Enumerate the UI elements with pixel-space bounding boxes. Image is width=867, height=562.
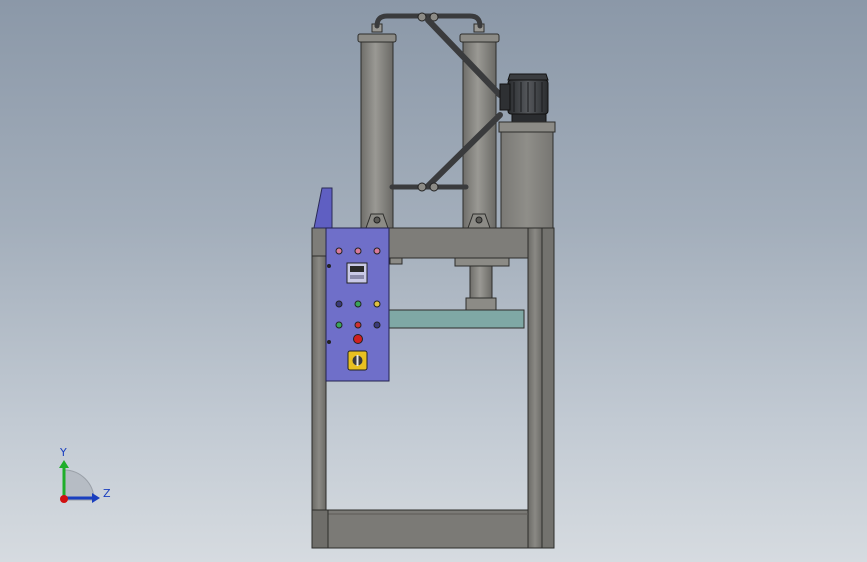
electric-motor [499, 73, 549, 123]
press-platen [387, 309, 525, 329]
indicator-light [354, 300, 362, 308]
push-button [373, 321, 381, 329]
temperature-controller[interactable] [346, 262, 368, 284]
hydraulic-cylinder-left [357, 23, 397, 229]
3d-viewport[interactable]: Y Z [0, 0, 867, 562]
indicator-light [373, 300, 381, 308]
ram-assembly [389, 257, 510, 311]
oil-tank [498, 121, 556, 229]
indicator-light [335, 247, 343, 255]
hydraulic-cylinder-right [459, 23, 500, 229]
indicator-light [354, 247, 362, 255]
side-guard-plate [313, 187, 333, 229]
indicator-light [335, 300, 343, 308]
emergency-stop-button[interactable] [353, 334, 363, 344]
hydraulic-press-model[interactable] [0, 0, 867, 562]
indicator-light [373, 247, 381, 255]
push-button [354, 321, 362, 329]
selector-switch[interactable] [347, 350, 368, 371]
push-button [335, 321, 343, 329]
